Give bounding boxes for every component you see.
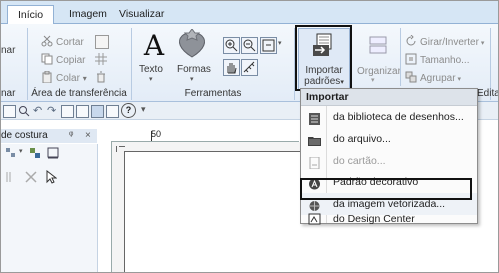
design-page[interactable]	[124, 151, 303, 272]
import-dropdown-menu: Importar da biblioteca de desenhos... do…	[300, 88, 478, 225]
view-realistic-icon[interactable]	[91, 105, 104, 118]
hoop-marker	[119, 146, 125, 147]
edit-group-label-fragment: Edita	[477, 88, 498, 99]
size-button[interactable]: Tamanho...	[405, 53, 469, 69]
tab-inicio[interactable]: Início	[7, 5, 55, 25]
rotate-flip-button[interactable]: Girar/Inverter ▾	[405, 34, 484, 51]
hoop-marker	[116, 146, 117, 152]
rotate-label: Girar/Inverter	[420, 37, 479, 48]
undo-icon[interactable]: ↶	[33, 104, 42, 117]
view-list-icon[interactable]	[106, 105, 119, 118]
zoom-in-icon[interactable]	[223, 37, 240, 54]
rotate-icon	[405, 34, 417, 47]
application-window: Início Imagem Visualizar nar nar Cortar …	[0, 0, 499, 273]
menu-item-from-file[interactable]: do arquivo...	[301, 128, 477, 150]
list-item-icon[interactable]	[5, 171, 15, 183]
sort-dropdown-arrow[interactable]: ▾	[19, 147, 23, 155]
scissors-icon	[41, 35, 53, 47]
menu-item-design-library[interactable]: da biblioteca de desenhos...	[301, 106, 477, 128]
delete-icon[interactable]	[95, 71, 107, 83]
group-label: Agrupar	[420, 73, 456, 84]
sewing-order-panel	[1, 144, 98, 272]
cut-label: Cortar	[56, 37, 84, 48]
frame-icon[interactable]	[47, 147, 59, 159]
copy-format-icon[interactable]	[95, 35, 109, 49]
menu-item-design-center[interactable]: do Design Center	[301, 213, 477, 225]
tab-visualizar[interactable]: Visualizar	[109, 5, 174, 23]
redo-icon[interactable]: ↷	[47, 104, 56, 117]
delete-x-icon[interactable]	[25, 171, 37, 183]
clipboard-icon	[41, 70, 53, 84]
organize-label[interactable]: Organizar	[357, 64, 401, 80]
import-menu-header: Importar	[301, 89, 477, 106]
design-center-icon	[308, 213, 321, 225]
shapes-dropdown-arrow[interactable]: ▾	[190, 75, 194, 83]
copy-label: Copiar	[56, 55, 86, 66]
folder-icon	[308, 133, 321, 146]
menu-item-label: do arquivo...	[333, 133, 391, 145]
pin-icon[interactable]: ᵠ	[69, 129, 73, 143]
pointer-icon[interactable]	[45, 169, 58, 184]
help-icon[interactable]: ?	[121, 103, 136, 118]
view-pattern-icon[interactable]	[76, 105, 89, 118]
tools-group-label: Ferramentas	[184, 88, 242, 99]
zoom-fit-icon[interactable]	[260, 37, 277, 54]
menu-item-from-card[interactable]: do cartão...	[301, 150, 477, 172]
sort-icon[interactable]	[5, 147, 17, 159]
panel-title: de costura	[1, 130, 48, 141]
card-icon	[308, 155, 321, 170]
pan-hand-icon[interactable]	[223, 59, 240, 76]
save-icon[interactable]	[3, 105, 16, 118]
organize-icon[interactable]	[369, 35, 387, 55]
sewing-order-panel-header: de costura ᵠ ×	[1, 129, 97, 143]
copy-icon	[41, 53, 53, 65]
group-separator	[400, 28, 401, 86]
menu-item-label: da biblioteca de desenhos...	[333, 111, 464, 123]
grid-icon[interactable]	[95, 53, 107, 65]
ruler-tick	[151, 131, 152, 141]
measure-icon[interactable]	[241, 59, 258, 76]
zoom-out-icon[interactable]	[241, 37, 258, 54]
resize-icon	[405, 53, 417, 65]
zoom-dropdown-arrow[interactable]: ▾	[278, 39, 282, 47]
organize-dropdown-arrow[interactable]: ▾	[371, 76, 375, 84]
shapes-tool-icon[interactable]	[175, 28, 209, 61]
paste-label: Colar	[56, 73, 80, 84]
library-icon	[308, 111, 321, 125]
group-button[interactable]: Agrupar ▾	[405, 71, 461, 87]
import-button-callout	[295, 25, 352, 91]
color-order-icon[interactable]	[29, 147, 41, 159]
horizontal-ruler: 50	[119, 129, 299, 142]
toolbar-overflow-icon[interactable]: ▾	[141, 104, 146, 115]
ruler-mark-50: 50	[151, 129, 162, 139]
group-separator	[27, 28, 28, 100]
menu-item-label: do Design Center	[333, 213, 415, 225]
ribbon-tab-strip: Início Imagem Visualizar	[1, 1, 498, 25]
text-tool-icon[interactable]: A	[140, 31, 168, 61]
zoom-icon[interactable]	[18, 105, 30, 117]
menu-item-label: do cartão...	[333, 155, 386, 167]
copy-button[interactable]: Copiar	[41, 53, 85, 69]
vertical-ruler	[99, 141, 112, 272]
paste-button[interactable]: Colar ▾	[41, 70, 87, 87]
close-icon[interactable]: ×	[85, 129, 91, 143]
group-separator	[131, 28, 132, 100]
group-icon	[405, 71, 417, 83]
view-grid-icon[interactable]	[61, 105, 74, 118]
left-group-label-fragment: nar	[1, 88, 16, 99]
paste-group-fragment[interactable]: nar	[1, 43, 15, 59]
text-dropdown-arrow[interactable]: ▾	[149, 75, 153, 83]
vectorized-image-callout	[300, 178, 472, 200]
cut-button[interactable]: Cortar	[41, 35, 84, 51]
clipboard-group-label: Área de transferência	[31, 88, 127, 99]
size-label: Tamanho...	[420, 55, 470, 66]
